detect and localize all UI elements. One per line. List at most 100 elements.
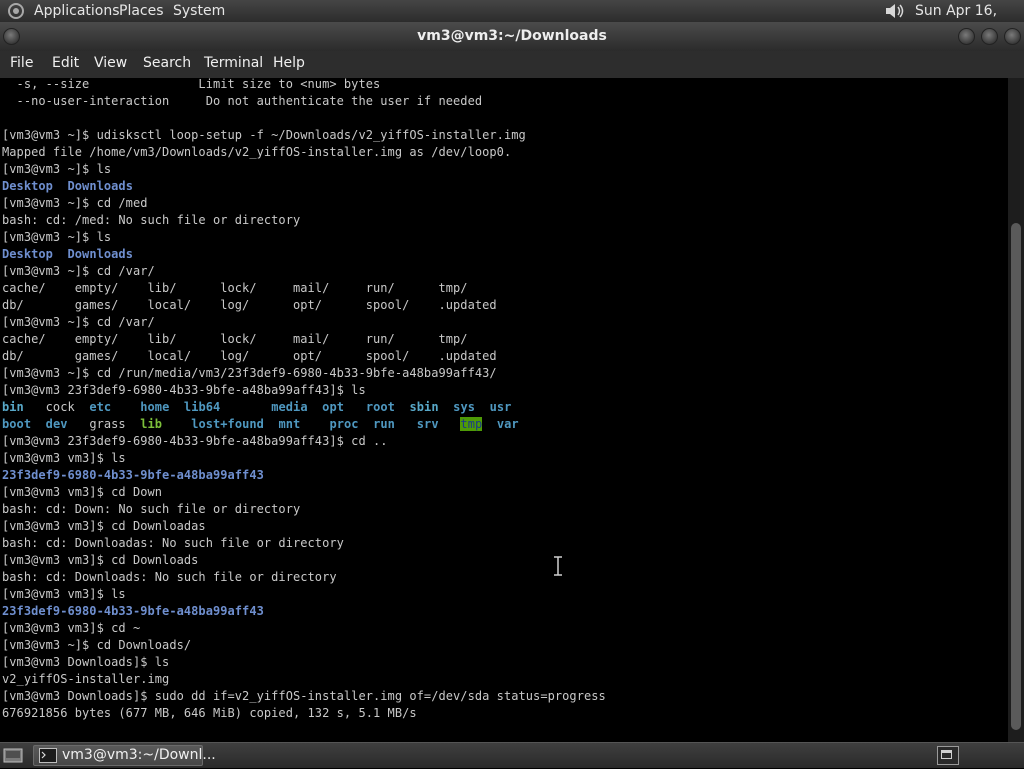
scrollbar-thumb[interactable] xyxy=(1011,223,1021,730)
terminal-line: [vm3@vm3 ~]$ cd /var/ xyxy=(2,263,606,280)
terminal-icon xyxy=(39,748,57,769)
terminal-segment: db/ games/ local/ log/ opt/ spool/ .upda… xyxy=(2,298,497,312)
terminal-segment: mnt xyxy=(278,417,301,431)
terminal-line: Desktop Downloads xyxy=(2,178,606,195)
show-desktop-icon[interactable] xyxy=(3,747,23,768)
terminal-line: bash: cd: /med: No such file or director… xyxy=(2,212,606,229)
terminal-segment: bash: cd: /med: No such file or director… xyxy=(2,213,301,227)
terminal-segment: [vm3@vm3 ~]$ cd /var/ xyxy=(2,264,155,278)
terminal-segment: bash: cd: Downloadas: No such file or di… xyxy=(2,536,344,550)
terminal-segment: root xyxy=(365,400,395,414)
terminal-segment: [vm3@vm3 vm3]$ ls xyxy=(2,587,126,601)
terminal-segment: Desktop xyxy=(2,247,53,261)
maximize-button[interactable] xyxy=(981,28,998,45)
terminal-segment: -s, --size Limit size to <num> bytes xyxy=(2,78,381,91)
terminal-line: Desktop Downloads xyxy=(2,246,606,263)
terminal-segment: run xyxy=(373,417,395,431)
terminal-line: [vm3@vm3 ~]$ ls xyxy=(2,161,606,178)
terminal-segment xyxy=(53,247,68,261)
terminal-line: [vm3@vm3 Downloads]$ sudo dd if=v2_yiffO… xyxy=(2,688,606,705)
terminal-output[interactable]: -s, --size Limit size to <num> bytes --n… xyxy=(0,78,1008,742)
menu-system[interactable]: System xyxy=(173,0,225,22)
menu-places[interactable]: Places xyxy=(119,0,164,22)
terminal-segment: lib xyxy=(140,417,163,431)
terminal-segment xyxy=(53,179,68,193)
terminal-segment: lib64 xyxy=(183,400,221,414)
terminal-segment xyxy=(359,417,374,431)
top-panel: Applications Places System Sun Apr 16, 1… xyxy=(0,0,1024,41)
task-button-label: vm3@vm3:~/Downl... xyxy=(62,747,216,763)
volume-icon[interactable] xyxy=(884,2,906,20)
terminal-line: [vm3@vm3 vm3]$ ls xyxy=(2,450,606,467)
terminal-line: db/ games/ local/ log/ opt/ spool/ .upda… xyxy=(2,297,606,314)
text-cursor-icon xyxy=(554,556,562,576)
terminal-line: db/ games/ local/ log/ opt/ spool/ .upda… xyxy=(2,348,606,365)
workspace-switcher-icon[interactable] xyxy=(937,746,959,769)
menu-search[interactable]: Search xyxy=(143,51,191,78)
menu-edit[interactable]: Edit xyxy=(52,51,79,78)
menu-applications[interactable]: Applications xyxy=(34,0,120,22)
terminal-segment: [vm3@vm3 ~]$ cd /med xyxy=(2,196,148,210)
gnome-foot-icon[interactable] xyxy=(6,2,26,20)
terminal-lines: -s, --size Limit size to <num> bytes --n… xyxy=(2,78,606,722)
terminal-segment xyxy=(31,417,46,431)
terminal-line: --no-user-interaction Do not authenticat… xyxy=(2,93,606,110)
terminal-segment: Downloads xyxy=(67,179,133,193)
terminal-line: [vm3@vm3 vm3]$ cd Downloads xyxy=(2,552,606,569)
terminal-segment xyxy=(475,400,490,414)
terminal-segment: etc xyxy=(89,400,112,414)
terminal-segment: [vm3@vm3 vm3]$ cd Down xyxy=(2,485,163,499)
terminal-line: [vm3@vm3 ~]$ cd /med xyxy=(2,195,606,212)
menu-file[interactable]: File xyxy=(10,51,33,78)
menu-view[interactable]: View xyxy=(94,51,127,78)
terminal-segment xyxy=(169,400,184,414)
terminal-segment: --no-user-interaction Do not authenticat… xyxy=(2,94,483,108)
terminal-line: [vm3@vm3 Downloads]$ ls xyxy=(2,654,606,671)
terminal-segment xyxy=(344,400,366,414)
terminal-scrollbar[interactable] xyxy=(1008,78,1024,742)
window-titlebar[interactable]: vm3@vm3:~/Downloads xyxy=(0,22,1024,51)
terminal-segment: grass xyxy=(67,417,141,431)
terminal-segment: [vm3@vm3 ~]$ cd /run/media/vm3/23f3def9-… xyxy=(2,366,497,380)
terminal-line: boot dev grass lib lost+found mnt proc r… xyxy=(2,416,606,433)
terminal-segment: db/ games/ local/ log/ opt/ spool/ .upda… xyxy=(2,349,497,363)
terminal-line: [vm3@vm3 ~]$ cd Downloads/ xyxy=(2,637,606,654)
terminal-segment: v2_yiffOS-installer.img xyxy=(2,672,170,686)
terminal-line: [vm3@vm3 ~]$ ls xyxy=(2,229,606,246)
terminal-line: bash: cd: Downloads: No such file or dir… xyxy=(2,569,606,586)
terminal-line: [vm3@vm3 vm3]$ cd Down xyxy=(2,484,606,501)
terminal-line: bash: cd: Downloadas: No such file or di… xyxy=(2,535,606,552)
terminal-segment xyxy=(220,400,271,414)
terminal-segment: Downloads xyxy=(67,247,133,261)
terminal-line: bin cock etc home lib64 media opt root s… xyxy=(2,399,606,416)
terminal-line: -s, --size Limit size to <num> bytes xyxy=(2,78,606,93)
terminal-segment: [vm3@vm3 23f3def9-6980-4b33-9bfe-a48ba99… xyxy=(2,383,366,397)
minimize-button[interactable] xyxy=(958,28,975,45)
task-button-terminal[interactable]: vm3@vm3:~/Downl... xyxy=(33,745,216,769)
terminal-segment: boot xyxy=(2,417,32,431)
terminal-line: Mapped file /home/vm3/Downloads/v2_yiffO… xyxy=(2,144,606,161)
terminal-line: 23f3def9-6980-4b33-9bfe-a48ba99aff43 xyxy=(2,467,606,484)
clock[interactable]: Sun Apr 16, 14:53 xyxy=(915,0,1024,41)
terminal-line: [vm3@vm3 vm3]$ cd Downloadas xyxy=(2,518,606,535)
close-button[interactable] xyxy=(1004,28,1021,45)
terminal-segment: var xyxy=(496,417,519,431)
terminal-segment xyxy=(395,417,417,431)
terminal-segment xyxy=(308,400,323,414)
menu-help[interactable]: Help xyxy=(273,51,305,78)
terminal-line: [vm3@vm3 23f3def9-6980-4b33-9bfe-a48ba99… xyxy=(2,433,606,450)
terminal-segment: cock xyxy=(23,400,90,414)
terminal-segment: sbin xyxy=(409,400,439,414)
terminal-segment xyxy=(300,417,329,431)
terminal-line: [vm3@vm3 vm3]$ cd ~ xyxy=(2,620,606,637)
terminal-line: v2_yiffOS-installer.img xyxy=(2,671,606,688)
terminal-segment: bash: cd: Down: No such file or director… xyxy=(2,502,301,516)
terminal-line: 676921856 bytes (677 MB, 646 MiB) copied… xyxy=(2,705,606,722)
terminal-segment: home xyxy=(140,400,170,414)
terminal-segment xyxy=(439,400,454,414)
terminal-line: [vm3@vm3 23f3def9-6980-4b33-9bfe-a48ba99… xyxy=(2,382,606,399)
terminal-segment xyxy=(482,417,497,431)
menubar: File Edit View Search Terminal Help xyxy=(0,51,1024,78)
menu-terminal[interactable]: Terminal xyxy=(204,51,263,78)
